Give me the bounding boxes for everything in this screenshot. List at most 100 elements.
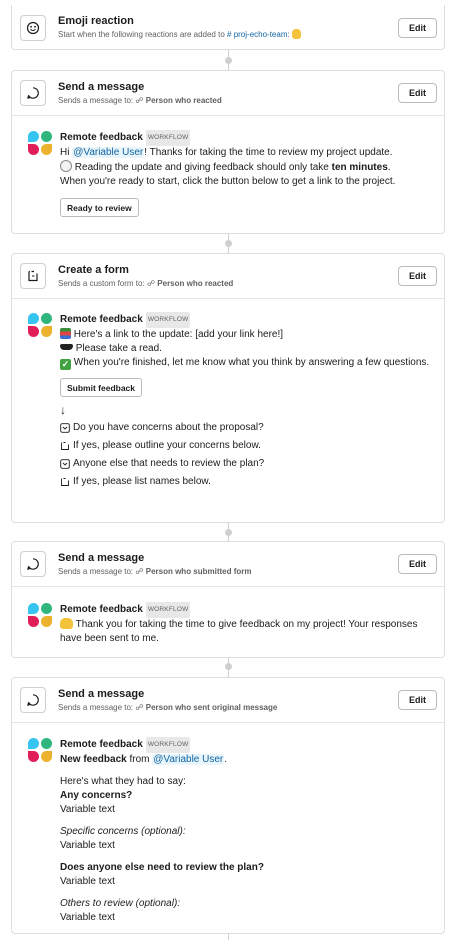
greeting-text: Hi [60, 147, 70, 158]
field-label: Does anyone else need to review the plan… [60, 862, 264, 873]
text-field-icon [61, 442, 69, 450]
question-text: If yes, please list names below. [73, 476, 211, 487]
recipient-label: Person who reacted [145, 95, 222, 105]
recipient-label: Person who reacted [157, 278, 234, 288]
message-text: Thank you for taking the time to give fe… [60, 619, 418, 644]
step-card-emoji-reaction: Emoji reaction Start when the following … [11, 5, 445, 50]
down-arrow-icon: ↓ [60, 403, 66, 417]
edit-button[interactable]: Edit [398, 83, 437, 103]
message-line: New feedback from @Variable User. [60, 753, 434, 767]
field-value: Variable text [60, 804, 115, 815]
field-label: Any concerns? [60, 790, 133, 801]
question-text: Do you have concerns about the proposal? [73, 422, 264, 433]
form-question: Do you have concerns about the proposal? [60, 421, 434, 435]
step-subtitle: Sends a message to: ☍ Person who submitt… [58, 566, 398, 578]
text-field-icon [61, 478, 69, 486]
message-line: Reading the update and giving feedback s… [60, 160, 434, 175]
variable-user-mention: @Variable User [152, 754, 225, 765]
workflow-avatar [28, 603, 54, 629]
channel-link[interactable]: # proj-echo-team [227, 30, 287, 39]
field-label: Specific concerns (optional): [60, 826, 186, 837]
dropdown-field-icon [60, 459, 70, 469]
step-header: Emoji reaction Start when the following … [12, 5, 444, 49]
step-header: Send a message Sends a message to: ☍ Per… [12, 678, 444, 722]
person-icon: ☍ [146, 278, 156, 288]
bold-text: ten minutes [331, 162, 388, 173]
connector-dot [225, 240, 232, 247]
question-text: If yes, please outline your concerns bel… [73, 440, 261, 451]
step-subtitle: Sends a custom form to: ☍ Person who rea… [58, 278, 398, 290]
message-line: Please take a read. [60, 342, 434, 356]
workflow-avatar [28, 313, 54, 339]
variable-user-mention: @Variable User [72, 147, 145, 158]
check-mark-emoji-icon: ✓ [60, 359, 71, 370]
sender-name: Remote feedback [60, 314, 143, 325]
edit-button[interactable]: Edit [398, 266, 437, 286]
person-icon: ☍ [135, 95, 144, 105]
subtitle-text: Sends a custom form to: [58, 278, 145, 288]
message-text: Reading the update and giving feedback s… [74, 162, 329, 173]
edit-button[interactable]: Edit [398, 554, 437, 574]
sender-name: Remote feedback [60, 132, 143, 143]
field-value: Variable text [60, 840, 115, 851]
step-header: Send a message Sends a message to: ☍ Per… [12, 71, 444, 115]
message-preview: Remote feedback WORKFLOW Here's a link to… [12, 298, 444, 501]
books-emoji-icon [60, 328, 71, 339]
step-title: Send a message [58, 551, 145, 564]
intro-text: Here's what they had to say: [60, 776, 186, 787]
message-text: from [129, 754, 150, 765]
step-card-send-message: Send a message Sends a message to: ☍ Per… [11, 541, 445, 658]
clock-emoji-icon [60, 160, 72, 172]
edit-button[interactable]: Edit [398, 17, 437, 38]
subtitle-text: Sends a message to: [58, 566, 134, 576]
connector-dot [225, 529, 232, 536]
sender-name: Remote feedback [60, 604, 143, 615]
step-subtitle: Start when the following reactions are a… [58, 29, 398, 41]
message: Remote feedback WORKFLOW New feedback fro… [28, 737, 434, 925]
message-text: . [387, 162, 391, 173]
message-bubble-icon [20, 551, 46, 577]
raised-hand-emoji-icon [291, 29, 301, 39]
submit-feedback-button[interactable]: Submit feedback [60, 378, 143, 397]
person-icon: ☍ [135, 566, 144, 576]
form-question: Anyone else that needs to review the pla… [60, 457, 434, 471]
emoji-icon [20, 14, 46, 41]
recipient-label: Person who submitted form [145, 566, 252, 576]
edit-button[interactable]: Edit [398, 690, 437, 710]
message-bubble-icon [20, 687, 46, 713]
message-text: Please take a read. [75, 343, 162, 354]
sunglasses-emoji-icon [60, 344, 73, 350]
message: Remote feedback WORKFLOW Here's a link to… [28, 312, 434, 489]
step-card-send-message: Send a message Sends a message to: ☍ Per… [11, 70, 445, 234]
workflow-tag: WORKFLOW [145, 312, 191, 328]
workflow-tag: WORKFLOW [145, 130, 191, 146]
subtitle-text: Start when the following reactions are a… [58, 30, 225, 39]
bold-text: New feedback [60, 754, 127, 765]
step-subtitle: Sends a message to: ☍ Person who sent or… [58, 702, 398, 714]
connector-dot [225, 57, 232, 64]
raised-hands-emoji-icon [60, 618, 73, 629]
message-line: Hi @Variable User! Thanks for taking the… [60, 146, 434, 160]
step-header: Send a message Sends a message to: ☍ Per… [12, 542, 444, 586]
message-text: When you're finished, let me know what y… [73, 357, 430, 368]
subtitle-text: Sends a message to: [58, 95, 134, 105]
step-subtitle: Sends a message to: ☍ Person who reacted [58, 95, 398, 107]
connector-line [228, 933, 229, 940]
message-line: Thank you for taking the time to give fe… [60, 618, 434, 646]
field-value: Variable text [60, 876, 115, 887]
message-text: Here's a link to the update: [add your l… [73, 329, 284, 340]
form-question: If yes, please outline your concerns bel… [60, 439, 434, 453]
question-text: Anyone else that needs to review the pla… [73, 458, 265, 469]
dropdown-field-icon [60, 423, 70, 433]
message-bubble-icon [20, 80, 46, 106]
message-text: ! Thanks for taking the time to review m… [144, 147, 393, 158]
ready-to-review-button[interactable]: Ready to review [60, 198, 139, 217]
message-preview: Remote feedback WORKFLOW Thank you for ta… [12, 586, 444, 657]
message: Remote feedback WORKFLOW Thank you for ta… [28, 602, 434, 646]
step-card-create-form: Create a form Sends a custom form to: ☍ … [11, 253, 445, 523]
connector-dot [225, 663, 232, 670]
recipient-label: Person who sent original message [145, 702, 278, 712]
workflow-avatar [28, 738, 54, 764]
step-title: Send a message [58, 80, 145, 93]
message-preview: Remote feedback WORKFLOW Hi @Variable Use… [12, 115, 444, 229]
